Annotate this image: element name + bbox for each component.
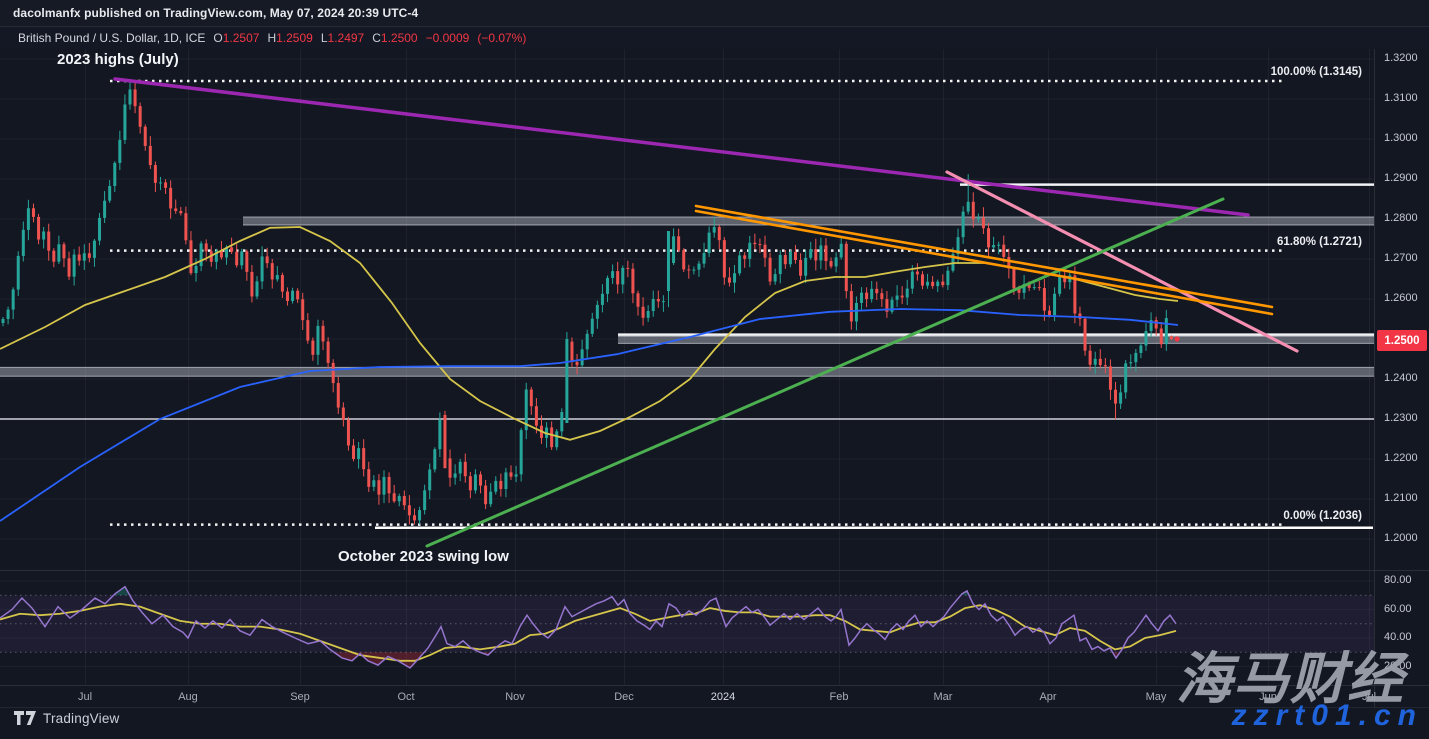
ohlc-high: H1.2509 xyxy=(267,31,312,45)
price-axis-tick: 1.2200 xyxy=(1384,452,1418,464)
time-axis-tick: 2024 xyxy=(711,691,735,703)
price-axis-tick: 1.3200 xyxy=(1384,52,1418,64)
pivot-zone-1p25[interactable] xyxy=(618,335,1374,344)
last-price-dot xyxy=(1174,336,1179,341)
published-line: dacolmanfx published on TradingView.com,… xyxy=(13,6,418,20)
price-change-pct: (−0.07%) xyxy=(477,31,526,45)
price-axis-tick: 1.2700 xyxy=(1384,252,1418,264)
ohlc-open: O1.2507 xyxy=(213,31,259,45)
price-change: −0.0009 xyxy=(426,31,470,45)
price-axis-tick: 1.2300 xyxy=(1384,412,1418,424)
price-axis-tick: 1.2400 xyxy=(1384,372,1418,384)
tradingview-attribution[interactable]: TradingView xyxy=(14,711,120,726)
oscillator-axis-tick: 60.00 xyxy=(1384,603,1412,615)
time-axis-tick: Nov xyxy=(505,691,525,703)
tradingview-published-chart: dacolmanfx published on TradingView.com,… xyxy=(0,0,1429,739)
price-axis-tick: 1.2600 xyxy=(1384,292,1418,304)
price-axis-tick: 1.2100 xyxy=(1384,492,1418,504)
url-watermark: zzrt01.cn xyxy=(1232,699,1423,733)
candle-series[interactable] xyxy=(2,81,1173,525)
demand-zone-1p243[interactable] xyxy=(0,367,1374,376)
tradingview-logo-icon xyxy=(14,711,36,726)
time-axis-tick: Oct xyxy=(397,691,414,703)
price-axis-tick: 1.3100 xyxy=(1384,92,1418,104)
time-axis-tick: Feb xyxy=(830,691,849,703)
oscillator-axis-tick: 80.00 xyxy=(1384,574,1412,586)
supply-zone-1p28[interactable] xyxy=(243,217,1374,225)
price-axis-tick: 1.3000 xyxy=(1384,132,1418,144)
price-axis-tick: 1.2900 xyxy=(1384,172,1418,184)
last-price-badge: 1.2500 xyxy=(1377,330,1427,351)
time-axis-tick: Sep xyxy=(290,691,310,703)
oscillator-pane[interactable] xyxy=(0,587,1374,668)
ohlc-low: L1.2497 xyxy=(321,31,364,45)
time-axis-tick: Apr xyxy=(1039,691,1056,703)
ohlc-close: C1.2500 xyxy=(372,31,417,45)
time-axis-tick: Aug xyxy=(178,691,198,703)
price-axis-tick: 1.2000 xyxy=(1384,532,1418,544)
tradingview-logo-text: TradingView xyxy=(43,711,120,726)
published-bar: dacolmanfx published on TradingView.com,… xyxy=(0,0,1429,27)
time-axis-tick: Jul xyxy=(78,691,92,703)
time-axis-tick: May xyxy=(1146,691,1167,703)
symbol-title: British Pound / U.S. Dollar, 1D, ICE xyxy=(18,31,205,45)
chart-canvas[interactable] xyxy=(0,0,1429,739)
symbol-info-bar[interactable]: British Pound / U.S. Dollar, 1D, ICE O1.… xyxy=(0,27,1429,49)
price-pane[interactable] xyxy=(0,79,1374,546)
time-axis-tick: Mar xyxy=(934,691,953,703)
price-axis-tick: 1.2800 xyxy=(1384,212,1418,224)
time-axis-tick: Dec xyxy=(614,691,634,703)
price-scale[interactable]: 1.3200 1.3100 1.3000 1.2900 1.2800 1.2700 1.26… xyxy=(1374,48,1429,570)
grid-layer xyxy=(0,48,1374,685)
time-scale[interactable]: JulAugSepOctNovDec2024FebMarAprMayJunJul xyxy=(0,686,1374,707)
